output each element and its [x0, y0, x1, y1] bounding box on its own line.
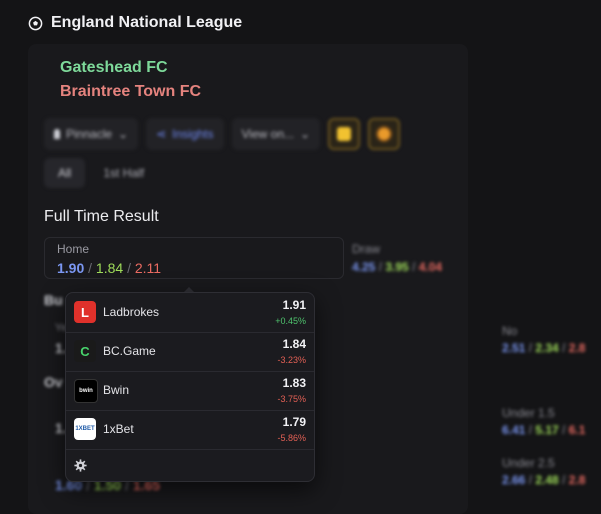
odds-change: -3.75%	[277, 394, 306, 404]
under-1-5-low: 6.1	[568, 423, 586, 437]
under-1-5-cell[interactable]: Under 1.5 6.41 / 5.17 / 6.1	[502, 406, 585, 437]
draw-best-odds: 4.25	[352, 260, 376, 274]
bookmaker-odds-popup: L Ladbrokes 1.91 +0.45% C BC.Game 1.84 -…	[65, 292, 315, 482]
bookmaker-select[interactable]: Pinnacle ⌄	[44, 118, 139, 150]
bookmaker-row-ladbrokes[interactable]: L Ladbrokes 1.91 +0.45%	[66, 293, 314, 333]
market-title: Full Time Result	[44, 208, 159, 225]
draw-low-odds: 4.04	[418, 260, 443, 274]
under-2-5-low: 2.8	[568, 473, 586, 487]
under-2-5-avg: 2.48	[535, 473, 559, 487]
home-low-odds: 2.11	[134, 260, 162, 276]
odds-change: -3.23%	[277, 355, 306, 365]
chevron-down-icon: ⌄	[300, 127, 311, 141]
sun-icon	[378, 128, 391, 140]
odds-change: +0.45%	[275, 316, 306, 326]
view-on-label: View on...	[241, 127, 294, 141]
odds-change: -5.86%	[277, 433, 306, 443]
chevron-down-icon: ⌄	[118, 127, 129, 141]
bookmark-icon	[337, 127, 352, 141]
home-team-name[interactable]: Gateshead FC	[60, 56, 201, 80]
bookmaker-name: Ladbrokes	[103, 305, 160, 319]
bwin-logo: bwin	[74, 379, 98, 403]
view-on-select[interactable]: View on... ⌄	[231, 118, 321, 150]
bookmaker-odds: 1.79	[282, 415, 306, 429]
no-avg-odds: 2.34	[535, 341, 559, 355]
home-odds-cell[interactable]: Home 1.90 / 1.84 / 2.11	[44, 237, 344, 279]
draw-label: Draw	[352, 242, 381, 256]
bcgame-logo: C	[74, 340, 96, 362]
home-label: Home	[57, 242, 90, 256]
share-icon: ⋖	[156, 127, 167, 141]
away-team-name[interactable]: Braintree Town FC	[60, 80, 201, 104]
bookmaker-row-bcgame[interactable]: C BC.Game 1.84 -3.23%	[66, 332, 314, 372]
bookmaker-odds: 1.83	[282, 376, 306, 390]
no-odds-cell[interactable]: No 2.51 / 2.34 / 2.8	[502, 324, 585, 355]
no-low-odds: 2.8	[568, 341, 586, 355]
toolbar: Pinnacle ⌄ ⋖ Insights View on... ⌄	[44, 118, 401, 150]
home-best-odds: 1.90	[57, 260, 85, 276]
tab-1st-half[interactable]: 1st Half	[89, 158, 158, 188]
bookmaker-row-1xbet[interactable]: 1XBET 1xBet 1.79 -5.86%	[66, 410, 314, 450]
period-tabs: All 1st Half	[44, 158, 158, 188]
ladbrokes-logo: L	[74, 301, 96, 323]
home-odds-values: 1.90 / 1.84 / 2.11	[57, 260, 162, 276]
draw-odds-cell[interactable]: Draw 4.25 / 3.95 / 4.04	[352, 242, 442, 274]
under-1-5-avg: 5.17	[535, 423, 559, 437]
insights-label: Insights	[172, 127, 214, 141]
section-title-over-under: Ov	[44, 374, 63, 390]
bookmaker-odds: 1.84	[282, 337, 306, 351]
under-1-5-label: Under 1.5	[502, 406, 555, 420]
bookmaker-name: 1xBet	[103, 422, 134, 436]
draw-avg-odds: 3.95	[385, 260, 409, 274]
no-best-odds: 2.51	[502, 341, 526, 355]
team-names: Gateshead FC Braintree Town FC	[60, 56, 201, 104]
bookmaker-name: BC.Game	[103, 344, 156, 358]
league-title: England National League	[51, 14, 243, 31]
pin-icon	[54, 129, 60, 139]
under-2-5-cell[interactable]: Under 2.5 2.66 / 2.48 / 2.8	[502, 456, 585, 487]
tab-all[interactable]: All	[44, 158, 86, 188]
bookmaker-row-bwin[interactable]: bwin Bwin 1.83 -3.75%	[66, 371, 314, 411]
league-header: England National League	[28, 14, 242, 32]
bookmaker-name: Bwin	[103, 383, 130, 397]
bookmaker-select-label: Pinnacle	[66, 127, 113, 141]
football-icon	[28, 16, 43, 30]
no-label: No	[502, 324, 518, 338]
under-2-5-label: Under 2.5	[502, 456, 555, 470]
home-avg-odds: 1.84	[95, 260, 124, 276]
bookmark-button[interactable]	[328, 118, 361, 150]
under-2-5-best: 2.66	[502, 473, 526, 487]
under-1-5-best: 6.41	[502, 423, 526, 437]
insights-button[interactable]: ⋖ Insights	[146, 118, 224, 150]
bookmaker-odds: 1.91	[282, 298, 306, 312]
1xbet-logo: 1XBET	[74, 418, 96, 440]
settings-toggle-button[interactable]	[368, 118, 401, 150]
section-title-btts: Bu	[44, 292, 63, 308]
gear-icon[interactable]	[74, 459, 87, 472]
